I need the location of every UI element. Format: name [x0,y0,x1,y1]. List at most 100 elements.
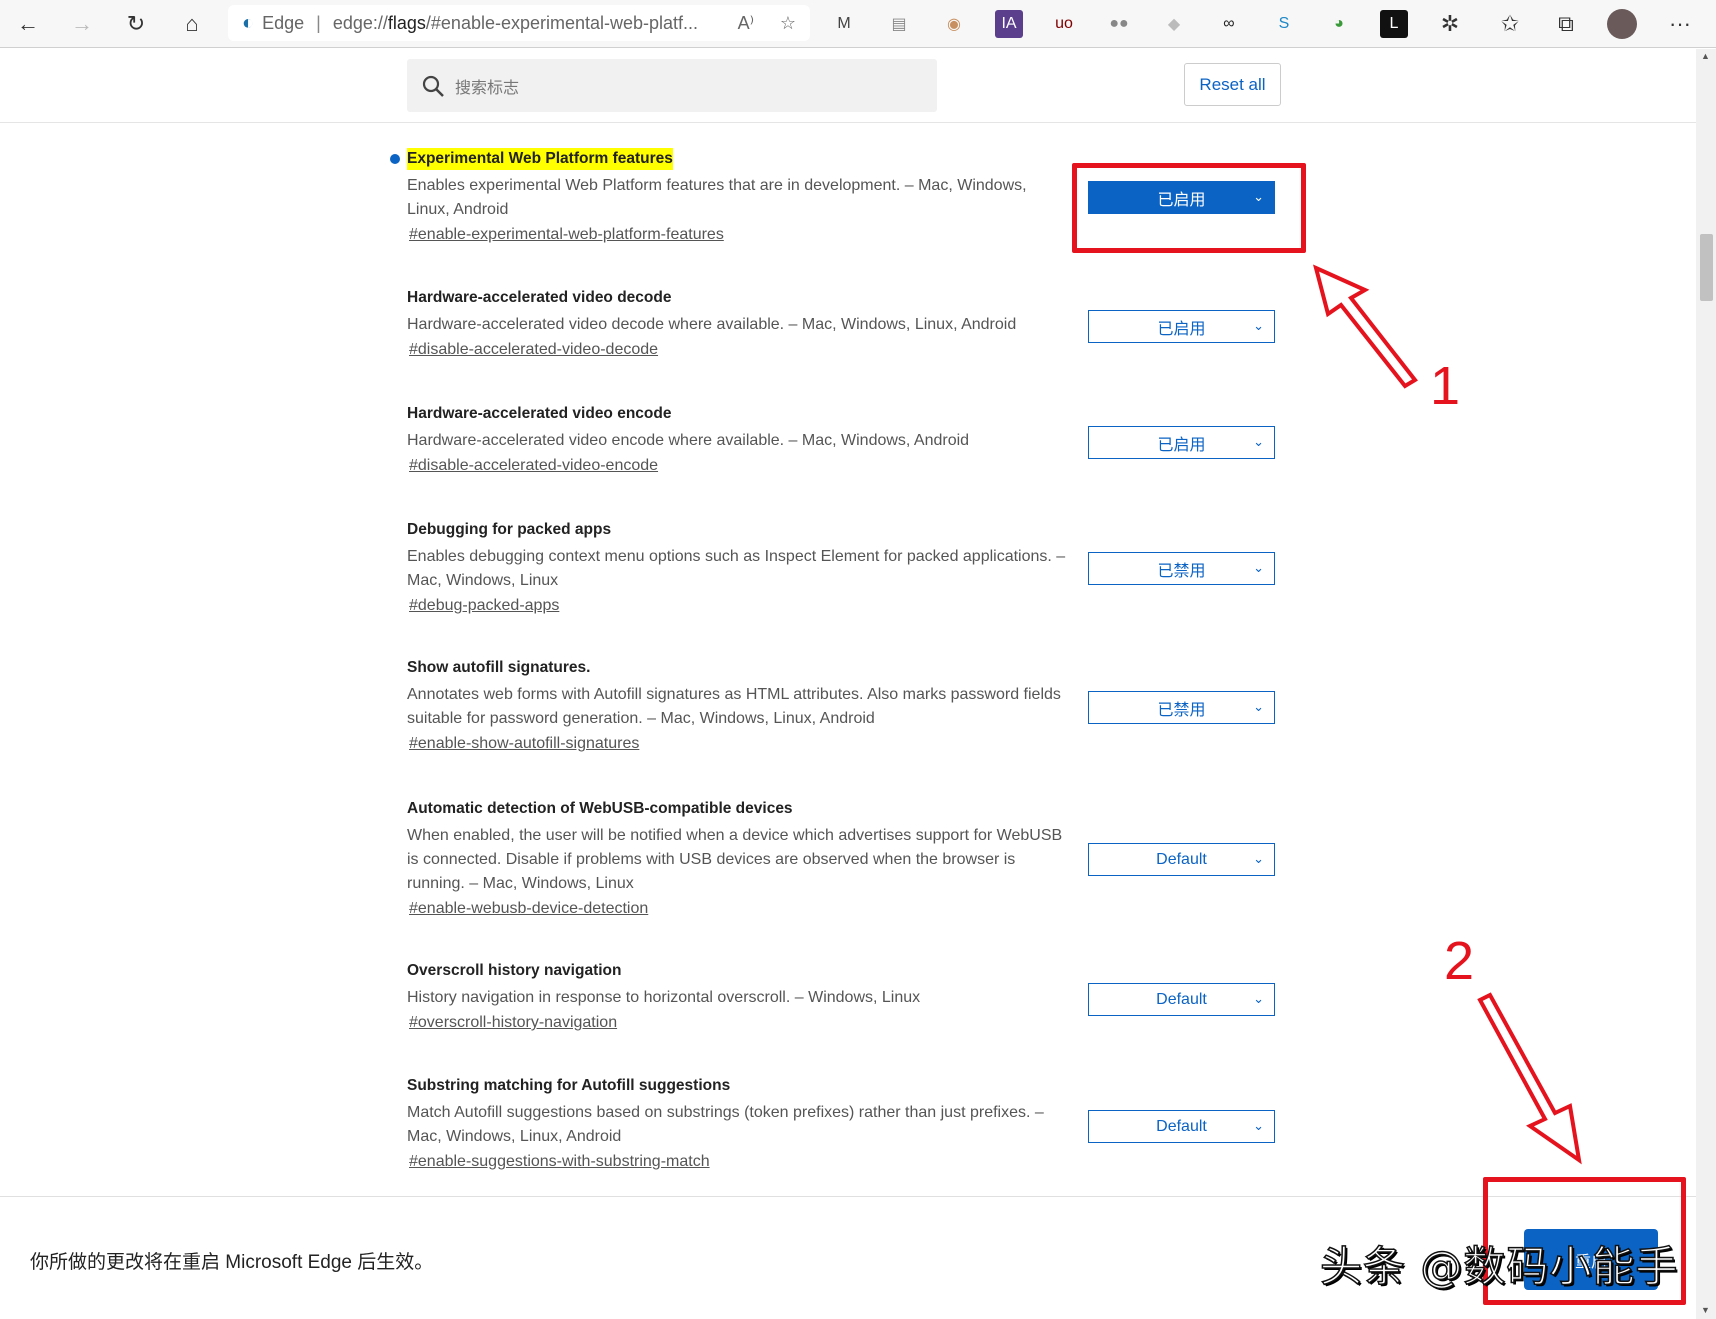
flag-anchor-link[interactable]: #enable-webusb-device-detection [409,900,648,918]
read-aloud-icon[interactable]: A⁾ [738,13,754,34]
url-host: flags [387,12,426,33]
flag-entry: Hardware-accelerated video decode Hardwa… [407,287,1067,359]
flag-title: Automatic detection of WebUSB-compatible… [407,800,793,817]
extensions-icon[interactable]: ✲ [1432,6,1468,42]
chevron-down-icon: ⌄ [1253,851,1264,866]
annotation-label-2: 2 [1444,931,1475,991]
flag-state-select[interactable]: 已禁用 ⌄ [1088,691,1275,724]
flag-anchor-link[interactable]: #overscroll-history-navigation [409,1014,617,1032]
flag-description: History navigation in response to horizo… [407,989,921,1006]
flag-title: Show autofill signatures. [407,659,591,676]
flag-title: Debugging for packed apps [407,521,612,538]
flag-description: When enabled, the user will be notified … [407,827,1063,892]
search-input[interactable]: 搜索标志 [407,59,937,112]
selected-value: 已禁用 [1157,562,1206,580]
flag-state-select[interactable]: 已启用 ⌄ [1088,426,1275,459]
flags-header: 搜索标志 Reset all [0,49,1696,123]
flag-description: Annotates web forms with Autofill signat… [407,686,1061,727]
selected-value: Default [1156,850,1207,868]
url-suffix: /#enable-experimental-web-platf... [425,12,699,33]
flag-title: Hardware-accelerated video encode [407,405,672,422]
flag-anchor-link[interactable]: #enable-suggestions-with-substring-match [409,1153,710,1171]
more-menu-button[interactable]: ··· [1662,6,1698,42]
refresh-icon[interactable]: ↻ [118,6,154,42]
chevron-down-icon: ⌄ [1253,1118,1264,1133]
reset-all-button[interactable]: Reset all [1184,63,1281,106]
add-favorite-icon[interactable]: ☆ [780,13,796,34]
restart-message: 你所做的更改将在重启 Microsoft Edge 后生效。 [30,1252,434,1273]
flag-anchor-link[interactable]: #disable-accelerated-video-encode [409,457,658,475]
ia-extension-icon[interactable]: IA [995,10,1023,38]
selected-value: 已启用 [1157,320,1206,338]
flag-state-select[interactable]: Default ⌄ [1088,983,1275,1016]
scroll-down-icon[interactable]: ▼ [1701,1305,1710,1315]
scroll-up-icon[interactable]: ▲ [1701,51,1710,61]
flag-state-select[interactable]: Default ⌄ [1088,843,1275,876]
grey-shield-extension-icon[interactable]: ◆ [1160,10,1188,38]
ublock-extension-icon[interactable]: uo [1050,10,1078,38]
flag-title: Hardware-accelerated video decode [407,289,672,306]
back-icon[interactable]: ← [10,6,46,42]
flag-anchor-link[interactable]: #debug-packed-apps [409,597,559,615]
annotation-box-1 [1072,163,1306,253]
flag-description: Hardware-accelerated video encode where … [407,432,970,449]
ghost-extension-icon[interactable]: ●● [1105,10,1133,38]
search-icon [422,75,444,97]
flag-entry: Hardware-accelerated video encode Hardwa… [407,403,1067,475]
selected-value: 已禁用 [1157,701,1206,719]
reader-extension-icon[interactable]: ▤ [885,10,913,38]
flag-state-select[interactable]: 已启用 ⌄ [1088,310,1275,343]
chevron-down-icon: ⌄ [1253,318,1264,333]
flag-anchor-link[interactable]: #enable-show-autofill-signatures [409,735,639,753]
flag-entry: Experimental Web Platform features Enabl… [390,148,1067,244]
selected-value: Default [1156,990,1207,1008]
collections-icon[interactable]: ⧉ [1548,6,1584,42]
flag-title: Experimental Web Platform features [407,148,673,170]
watermark: 头条 @数码小能手 [1319,1241,1679,1292]
flag-anchor-link[interactable]: #disable-accelerated-video-decode [409,341,658,359]
selected-value: 已启用 [1157,436,1206,454]
arrow-2-icon [1477,992,1582,1165]
flag-entry: Substring matching for Autofill suggesti… [407,1075,1067,1171]
favorites-icon[interactable]: ✩ [1492,6,1528,42]
flag-title: Substring matching for Autofill suggesti… [407,1077,731,1094]
modified-indicator [390,154,400,164]
annotation-label-1: 1 [1430,356,1461,416]
divider: | [316,12,321,33]
flag-entry: Debugging for packed apps Enables debugg… [407,519,1067,615]
chevron-down-icon: ⌄ [1253,699,1264,714]
avatar[interactable] [1604,6,1640,42]
flag-description: Enables debugging context menu options s… [407,548,1066,589]
arrow-1-icon [1313,264,1418,389]
shield-extension-icon[interactable]: M [830,10,858,38]
flag-description: Match Autofill suggestions based on subs… [407,1104,1044,1145]
scrollbar[interactable]: ▲ ▼ [1696,49,1716,1319]
owl-extension-icon[interactable]: ◉ [940,10,968,38]
scrollbar-thumb[interactable] [1700,234,1713,301]
flag-entry: Automatic detection of WebUSB-compatible… [407,798,1067,918]
s-extension-icon[interactable]: S [1270,10,1298,38]
chevron-down-icon: ⌄ [1253,560,1264,575]
selected-value: Default [1156,1117,1207,1135]
search-placeholder: 搜索标志 [455,79,520,97]
browser-toolbar: ← → ↻ ⌂ ◐ Edge | edge://flags/#enable-ex… [0,0,1716,48]
edge-logo-icon: ◐ [242,11,255,34]
chevron-down-icon: ⌄ [1253,434,1264,449]
flag-anchor-link[interactable]: #enable-experimental-web-platform-featur… [409,226,724,244]
l-extension-icon[interactable]: L [1380,10,1408,38]
flag-title: Overscroll history navigation [407,962,622,979]
flag-entry: Overscroll history navigation History na… [407,960,1067,1032]
address-bar[interactable]: ◐ Edge | edge://flags/#enable-experiment… [228,5,810,41]
chevron-down-icon: ⌄ [1253,991,1264,1006]
home-icon[interactable]: ⌂ [174,6,210,42]
flag-entry: Show autofill signatures. Annotates web … [407,657,1067,753]
flag-state-select[interactable]: 已禁用 ⌄ [1088,552,1275,585]
infinity-extension-icon[interactable]: ∞ [1215,10,1243,38]
flag-description: Enables experimental Web Platform featur… [407,177,1027,218]
globe-extension-icon[interactable]: ◕ [1325,10,1353,38]
browser-brand: Edge [262,12,305,33]
flag-description: Hardware-accelerated video decode where … [407,316,1017,333]
flag-state-select[interactable]: Default ⌄ [1088,1110,1275,1143]
url-prefix: edge:// [332,12,388,33]
forward-icon[interactable]: → [64,6,100,42]
